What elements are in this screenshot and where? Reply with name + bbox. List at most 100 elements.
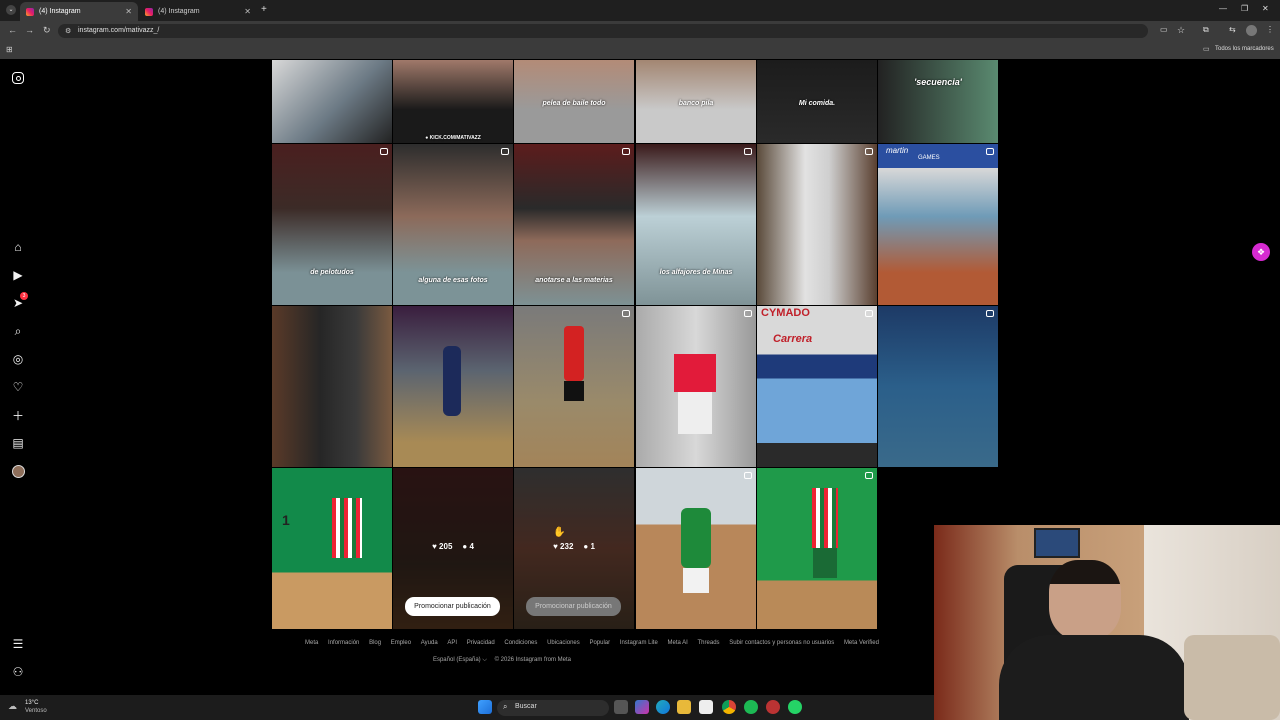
- also-from-meta-icon[interactable]: ⚇: [10, 664, 26, 680]
- notifications-heart-icon[interactable]: ♡: [10, 379, 26, 395]
- post-tile[interactable]: 1: [272, 468, 392, 629]
- post-stats: ♥ 232 ● 1: [514, 542, 634, 551]
- footer-link[interactable]: Blog: [369, 640, 381, 646]
- footer-link[interactable]: Subir contactos y personas no usuarios: [729, 640, 834, 646]
- post-tile[interactable]: [878, 306, 998, 467]
- footer-link[interactable]: Ayuda: [421, 640, 438, 646]
- post-tile[interactable]: alguna de esas fotos: [393, 144, 513, 305]
- close-tab-icon[interactable]: ✕: [244, 7, 251, 16]
- player-shorts: [564, 381, 584, 401]
- windows-start-icon[interactable]: [478, 700, 492, 714]
- footer-link[interactable]: Meta: [305, 640, 318, 646]
- footer-link[interactable]: Meta AI: [668, 640, 688, 646]
- copilot-icon[interactable]: [635, 700, 649, 714]
- post-tile[interactable]: [514, 306, 634, 467]
- promote-post-button[interactable]: Promocionar publicación: [405, 597, 500, 616]
- more-menu-icon[interactable]: ☰: [10, 636, 26, 652]
- post-tile[interactable]: Mi comida.: [757, 60, 877, 143]
- reload-icon[interactable]: ↻: [43, 25, 51, 36]
- webcam-overlay: [934, 525, 1280, 720]
- apps-grid-icon[interactable]: ⊞: [6, 45, 13, 54]
- app-icon[interactable]: [766, 700, 780, 714]
- post-tile[interactable]: [757, 144, 877, 305]
- post-tile[interactable]: 'secuencia': [878, 60, 998, 143]
- footer-link[interactable]: Popular: [589, 640, 610, 646]
- taskview-icon[interactable]: [614, 700, 628, 714]
- maximize-icon[interactable]: ❐: [1241, 4, 1248, 13]
- post-tile[interactable]: [636, 306, 756, 467]
- post-tile[interactable]: los alfajores de Minas: [636, 144, 756, 305]
- footer-link[interactable]: Privacidad: [467, 640, 495, 646]
- forward-icon[interactable]: →: [25, 25, 34, 35]
- whatsapp-icon[interactable]: [788, 700, 802, 714]
- browser-menu-icon[interactable]: ⋮: [1266, 25, 1274, 34]
- bookmark-star-icon[interactable]: ☆: [1177, 25, 1185, 36]
- browser-tab-bar: ⌄ (4) Instagram ✕ (4) Instagram ✕ + — ❐ …: [0, 0, 1280, 21]
- post-tile[interactable]: anotarse a las materias: [514, 144, 634, 305]
- post-tile[interactable]: [393, 306, 513, 467]
- post-tile[interactable]: de pelotudos: [272, 144, 392, 305]
- reels-icon[interactable]: ▶: [10, 267, 26, 283]
- footer-link[interactable]: Threads: [698, 640, 720, 646]
- taskbar-search[interactable]: ⌕ Buscar: [497, 700, 609, 716]
- profile-avatar-icon[interactable]: [1246, 25, 1257, 36]
- file-explorer-icon[interactable]: [677, 700, 691, 714]
- post-tile[interactable]: CYMADO Carrera: [757, 306, 877, 467]
- sign-text: GAMES: [918, 155, 940, 161]
- weather-desc: Ventoso: [25, 708, 47, 714]
- explore-icon[interactable]: ◎: [10, 351, 26, 367]
- footer-link[interactable]: Ubicaciones: [547, 640, 580, 646]
- post-tile[interactable]: [757, 468, 877, 629]
- floating-extension-icon[interactable]: ❖: [1252, 243, 1270, 261]
- tab-menu-icon[interactable]: ⌄: [6, 5, 16, 15]
- footer-link[interactable]: Información: [328, 640, 359, 646]
- post-tile[interactable]: martin GAMES: [878, 144, 998, 305]
- footer-link[interactable]: Empleo: [391, 640, 411, 646]
- footer-link[interactable]: Meta Verified: [844, 640, 879, 646]
- back-icon[interactable]: ←: [8, 25, 17, 35]
- messages-icon[interactable]: ➤ 3: [10, 292, 28, 311]
- player-figure: [564, 326, 584, 381]
- instagram-logo-icon[interactable]: [10, 70, 26, 86]
- footer-link[interactable]: Condiciones: [504, 640, 537, 646]
- heart-icon: ♥: [432, 542, 437, 551]
- post-tile[interactable]: [636, 468, 756, 629]
- language-selector[interactable]: Español (España) ⌵: [433, 657, 487, 663]
- spotify-icon[interactable]: [744, 700, 758, 714]
- reel-icon: [865, 148, 873, 155]
- post-caption: ● KICK.COM/MATIVAZZ: [425, 135, 481, 141]
- cast-icon[interactable]: ▭: [1160, 25, 1168, 34]
- post-tile[interactable]: ● KICK.COM/MATIVAZZ: [393, 60, 513, 143]
- url-field[interactable]: instagram.com/mativazz_/: [58, 24, 1148, 38]
- site-info-icon[interactable]: ⚙: [65, 27, 71, 35]
- post-tile[interactable]: [272, 60, 392, 143]
- dashboard-icon[interactable]: ▤: [10, 435, 26, 451]
- post-tile[interactable]: pelea de baile todo: [514, 60, 634, 143]
- footer-link[interactable]: Instagram Lite: [620, 640, 658, 646]
- tab-instagram-2[interactable]: (4) Instagram ✕: [139, 2, 257, 21]
- close-window-icon[interactable]: ✕: [1262, 4, 1269, 13]
- tab-instagram-1[interactable]: (4) Instagram ✕: [20, 2, 138, 21]
- footer-link[interactable]: API: [447, 640, 457, 646]
- search-icon[interactable]: ⌕: [10, 323, 26, 339]
- post-caption: 'secuencia': [914, 77, 962, 87]
- profile-avatar[interactable]: [10, 463, 26, 479]
- post-tile-hover[interactable]: ♥ 205 ● 4 Promocionar publicación: [393, 468, 513, 629]
- post-tile[interactable]: banco pila: [636, 60, 756, 143]
- chrome-icon[interactable]: [722, 700, 736, 714]
- create-icon[interactable]: ＋: [10, 407, 26, 423]
- edge-icon[interactable]: [656, 700, 670, 714]
- home-icon[interactable]: ⌂: [10, 239, 26, 255]
- store-icon[interactable]: [699, 700, 713, 714]
- all-bookmarks-link[interactable]: Todos los marcadores: [1215, 46, 1274, 52]
- new-tab-icon[interactable]: +: [261, 4, 267, 15]
- promote-post-button[interactable]: Promocionar publicación: [526, 597, 621, 616]
- reel-icon: [744, 148, 752, 155]
- close-tab-icon[interactable]: ✕: [125, 7, 132, 16]
- extensions-icon[interactable]: ⧉: [1203, 25, 1209, 35]
- post-tile[interactable]: [272, 306, 392, 467]
- folder-icon: ▭: [1203, 46, 1210, 53]
- post-tile-hover[interactable]: ♥ 232 ● 1 Promocionar publicación: [514, 468, 634, 629]
- translate-icon[interactable]: ⇆: [1229, 25, 1236, 34]
- minimize-icon[interactable]: —: [1219, 4, 1227, 13]
